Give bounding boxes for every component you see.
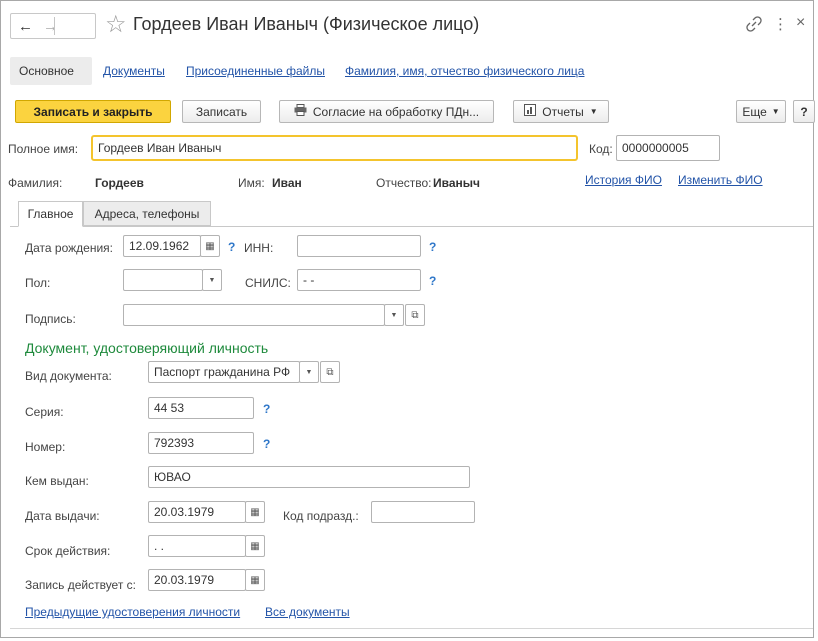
snils-help-icon[interactable]: ? [429, 274, 436, 288]
birth-date-label: Дата рождения: [25, 241, 113, 255]
inn-help-icon[interactable]: ? [429, 240, 436, 254]
bottom-divider [10, 628, 813, 629]
number-help-icon[interactable]: ? [263, 437, 270, 451]
birth-date-help-icon[interactable]: ? [228, 240, 235, 254]
chevron-down-icon[interactable]: ▼ [384, 304, 404, 326]
signature-select[interactable] [123, 304, 385, 326]
code-input[interactable]: 0000000005 [616, 135, 720, 161]
consent-pd-button[interactable]: Согласие на обработку ПДн... [279, 100, 494, 123]
nav-tab-full-name-history[interactable]: Фамилия, имя, отчество физического лица [345, 64, 584, 78]
all-documents-link[interactable]: Все документы [265, 605, 350, 619]
close-icon[interactable]: × [796, 14, 805, 32]
series-help-icon[interactable]: ? [263, 402, 270, 416]
full-name-input[interactable]: Гордеев Иван Иваныч [91, 135, 578, 161]
more-label: Еще [742, 104, 767, 119]
chevron-down-icon[interactable]: ▼ [299, 361, 319, 383]
nav-tab-main[interactable]: Основное [19, 64, 74, 78]
chevron-down-icon[interactable]: ▼ [202, 269, 222, 291]
name-value: Иван [272, 176, 302, 190]
tab-general[interactable]: Главное [18, 201, 83, 227]
reports-button[interactable]: Отчеты ▼ [513, 100, 609, 123]
calendar-icon[interactable]: ▦ [245, 535, 265, 557]
patronymic-label: Отчество: [376, 176, 432, 190]
valid-from-label: Запись действует с: [25, 578, 136, 592]
snils-input[interactable]: - - [297, 269, 421, 291]
chevron-down-icon: ▼ [771, 107, 780, 116]
snils-label: СНИЛС: [245, 276, 291, 290]
issued-by-label: Кем выдан: [25, 474, 89, 488]
help-button[interactable]: ? [793, 100, 815, 123]
surname-label: Фамилия: [8, 176, 63, 190]
tab-general-label: Главное [27, 207, 74, 221]
calendar-icon[interactable]: ▦ [200, 235, 220, 257]
tabs-baseline [10, 226, 813, 227]
issue-date-input[interactable]: 20.03.1979 [148, 501, 246, 523]
fio-history-link[interactable]: История ФИО [585, 173, 662, 187]
signature-label: Подпись: [25, 312, 76, 326]
validity-label: Срок действия: [25, 544, 111, 558]
nav-tab-documents[interactable]: Документы [103, 64, 165, 78]
sex-select[interactable] [123, 269, 203, 291]
issue-date-label: Дата выдачи: [25, 509, 100, 523]
number-label: Номер: [25, 440, 66, 454]
nav-tab-attached-files[interactable]: Присоединенные файлы [186, 64, 325, 78]
nav-divider [54, 17, 55, 35]
valid-from-input[interactable]: 20.03.1979 [148, 569, 246, 591]
identity-document-section-title: Документ, удостоверяющий личность [25, 340, 269, 356]
link-icon[interactable] [745, 15, 763, 33]
nav-buttons-frame [10, 13, 96, 39]
full-name-label: Полное имя: [8, 142, 79, 156]
dept-code-label: Код подразд.: [283, 509, 359, 523]
more-vertical-icon[interactable]: ⋮ [773, 15, 788, 33]
validity-input[interactable]: . . [148, 535, 246, 557]
inn-label: ИНН: [244, 241, 274, 255]
birth-date-input[interactable]: 12.09.1962 [123, 235, 201, 257]
series-input[interactable]: 44 53 [148, 397, 254, 419]
doc-type-select[interactable]: Паспорт гражданина РФ [148, 361, 300, 383]
surname-value: Гордеев [95, 176, 144, 190]
window-title: Гордеев Иван Иваныч (Физическое лицо) [133, 14, 480, 34]
code-label: Код: [589, 142, 613, 156]
printer-icon [294, 104, 307, 119]
form-window: ← → ☆ Гордеев Иван Иваныч (Физическое ли… [0, 0, 815, 638]
report-icon [524, 104, 537, 119]
inn-input[interactable] [297, 235, 421, 257]
consent-pd-label: Согласие на обработку ПДн... [312, 104, 480, 119]
calendar-icon[interactable]: ▦ [245, 501, 265, 523]
issued-by-input[interactable]: ЮВАО [148, 466, 470, 488]
favorite-star-icon[interactable]: ☆ [105, 10, 127, 39]
calendar-icon[interactable]: ▦ [245, 569, 265, 591]
patronymic-value: Иваныч [433, 176, 480, 190]
doc-type-label: Вид документа: [25, 369, 112, 383]
save-and-close-button[interactable]: Записать и закрыть [15, 100, 171, 123]
name-label: Имя: [238, 176, 265, 190]
series-label: Серия: [25, 405, 64, 419]
save-button[interactable]: Записать [182, 100, 261, 123]
dept-code-input[interactable] [371, 501, 475, 523]
tab-addresses-label: Адреса, телефоны [94, 206, 200, 221]
open-icon[interactable]: ⧉ [405, 304, 425, 326]
previous-documents-link[interactable]: Предыдущие удостоверения личности [25, 605, 240, 619]
reports-label: Отчеты [542, 104, 584, 119]
tab-addresses-phones[interactable]: Адреса, телефоны [83, 201, 211, 226]
sex-label: Пол: [25, 276, 51, 290]
chevron-down-icon: ▼ [589, 107, 598, 116]
change-fio-link[interactable]: Изменить ФИО [678, 173, 763, 187]
number-input[interactable]: 792393 [148, 432, 254, 454]
open-icon[interactable]: ⧉ [320, 361, 340, 383]
more-button[interactable]: Еще ▼ [736, 100, 786, 123]
